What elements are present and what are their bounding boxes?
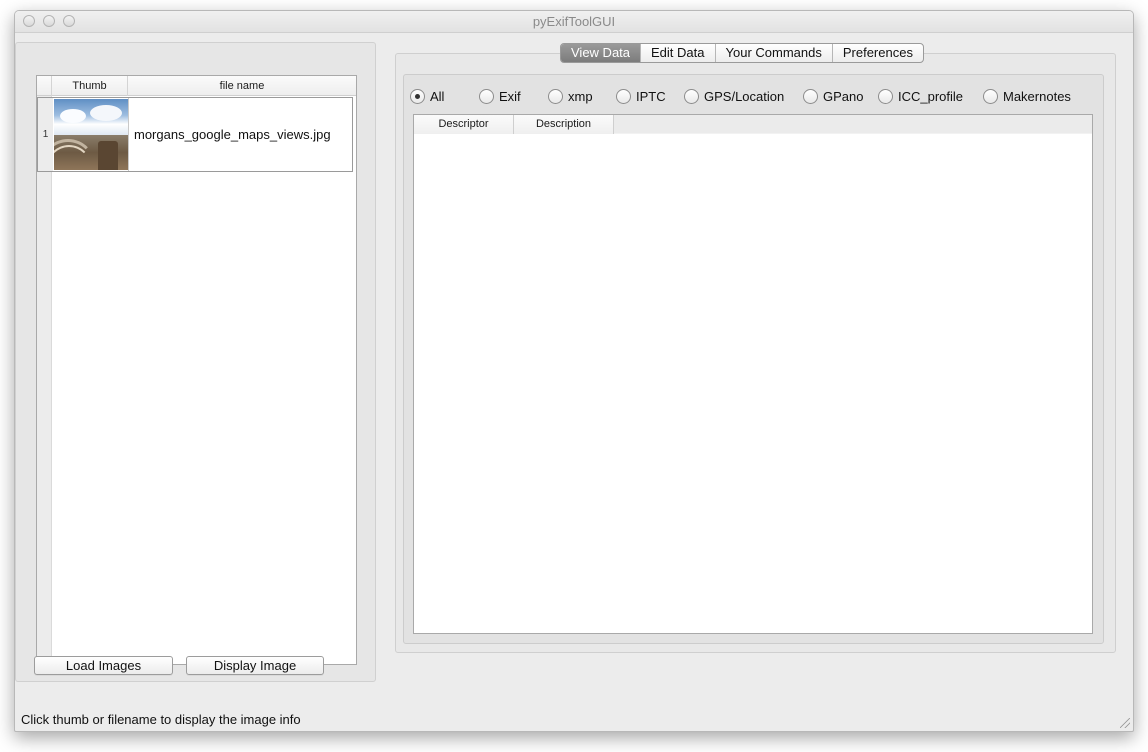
thumbnail-cell[interactable]	[53, 98, 129, 171]
filter-label: All	[430, 89, 445, 104]
resize-grip-icon[interactable]	[1120, 718, 1130, 728]
radio-icon	[479, 89, 494, 104]
metadata-table[interactable]: Descriptor Description	[413, 114, 1093, 634]
descriptor-column-header[interactable]: Descriptor	[414, 115, 514, 134]
filter-label: GPano	[823, 89, 864, 104]
thumbnail-image[interactable]	[54, 99, 128, 170]
tab-view-data[interactable]: View Data	[561, 44, 642, 62]
row-number-gutter	[37, 96, 52, 664]
radio-icon	[684, 89, 699, 104]
filter-label: GPS/Location	[704, 89, 785, 104]
filter-label: xmp	[568, 89, 593, 104]
radio-selected-icon	[410, 89, 425, 104]
radio-icon	[803, 89, 818, 104]
radio-icon	[616, 89, 631, 104]
row-number: 1	[38, 98, 53, 171]
file-table-header: Thumb file name	[37, 76, 356, 96]
file-name-cell[interactable]: morgans_google_maps_views.jpg	[129, 98, 352, 171]
file-row[interactable]: 1 morgans_google_maps_views.jpg	[37, 97, 353, 172]
file-name-column-header[interactable]: file name	[128, 76, 356, 96]
title-bar: pyExifToolGUI	[15, 11, 1133, 33]
filter-label: IPTC	[636, 89, 666, 104]
images-panel: Thumb file name 1 morgans_google_maps_vi…	[15, 42, 376, 682]
display-image-button[interactable]: Display Image	[186, 656, 324, 675]
file-table[interactable]: Thumb file name 1 morgans_google_maps_vi…	[36, 75, 357, 665]
radio-icon	[548, 89, 563, 104]
status-bar-text: Click thumb or filename to display the i…	[21, 712, 301, 727]
thumb-column-header[interactable]: Thumb	[52, 76, 128, 96]
filter-label: Exif	[499, 89, 521, 104]
description-column-header[interactable]: Description	[514, 115, 614, 134]
header-corner	[37, 76, 52, 96]
filter-radio-group: All Exif xmp IPTC GPS/Location GPano ICC…	[410, 87, 1100, 107]
tab-preferences[interactable]: Preferences	[833, 44, 923, 62]
tab-bar: View Data Edit Data Your Commands Prefer…	[560, 43, 924, 63]
filter-label: Makernotes	[1003, 89, 1071, 104]
tab-edit-data[interactable]: Edit Data	[641, 44, 716, 62]
tab-your-commands[interactable]: Your Commands	[716, 44, 833, 62]
app-window: pyExifToolGUI Thumb file name 1 morgans_…	[14, 10, 1134, 732]
metadata-table-header: Descriptor Description	[414, 115, 1092, 134]
filter-label: ICC_profile	[898, 89, 964, 104]
radio-icon	[878, 89, 893, 104]
radio-icon	[983, 89, 998, 104]
load-images-button[interactable]: Load Images	[34, 656, 173, 675]
window-title: pyExifToolGUI	[532, 14, 616, 29]
